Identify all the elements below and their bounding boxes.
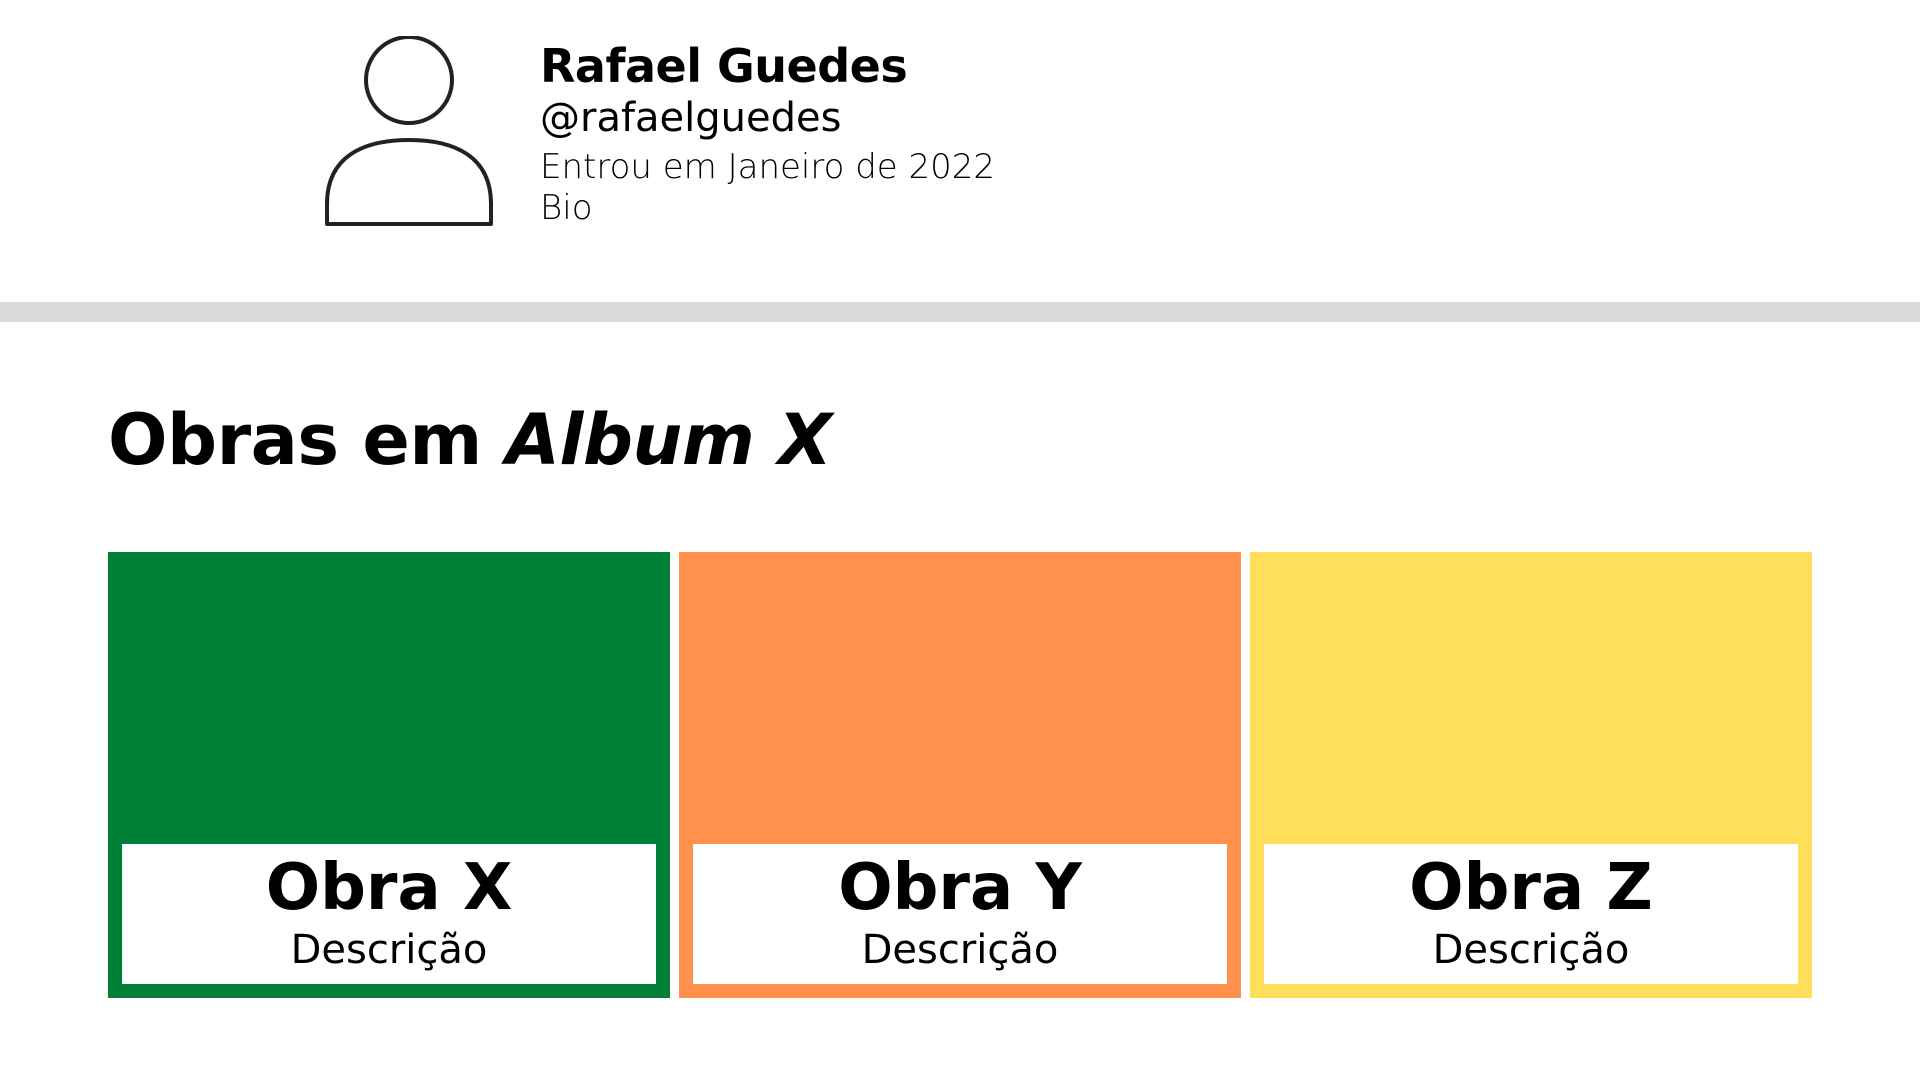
profile-name: Rafael Guedes (540, 39, 908, 93)
work-card-obra-x[interactable]: Obra X Descrição (108, 552, 670, 998)
work-description: Descrição (1432, 927, 1630, 973)
section-title-prefix: Obras em (108, 399, 482, 481)
work-card-label: Obra Y Descrição (693, 844, 1227, 984)
profile-joined-date: Entrou em Janeiro de 2022 (540, 147, 996, 187)
work-card-label: Obra X Descrição (122, 844, 656, 984)
work-title: Obra Y (838, 851, 1082, 925)
work-card-obra-z[interactable]: Obra Z Descrição (1250, 552, 1812, 998)
profile-bio: Bio (540, 188, 593, 228)
section-divider (0, 302, 1920, 322)
works-grid: Obra X Descrição Obra Y Descrição Obra Z… (108, 552, 1812, 998)
section-title: Obras em Album X (108, 398, 832, 482)
work-description: Descrição (290, 927, 488, 973)
work-title: Obra Z (1409, 851, 1653, 925)
album-name[interactable]: Album X (506, 399, 832, 481)
work-description: Descrição (861, 927, 1059, 973)
work-card-obra-y[interactable]: Obra Y Descrição (679, 552, 1241, 998)
profile-info: Rafael Guedes @rafaelguedes Entrou em Ja… (540, 38, 995, 228)
work-card-label: Obra Z Descrição (1264, 844, 1798, 984)
user-avatar-icon[interactable] (324, 36, 494, 228)
work-title: Obra X (265, 851, 513, 925)
profile-header: Rafael Guedes @rafaelguedes Entrou em Ja… (0, 0, 1920, 302)
profile-handle[interactable]: @rafaelguedes (540, 94, 995, 142)
